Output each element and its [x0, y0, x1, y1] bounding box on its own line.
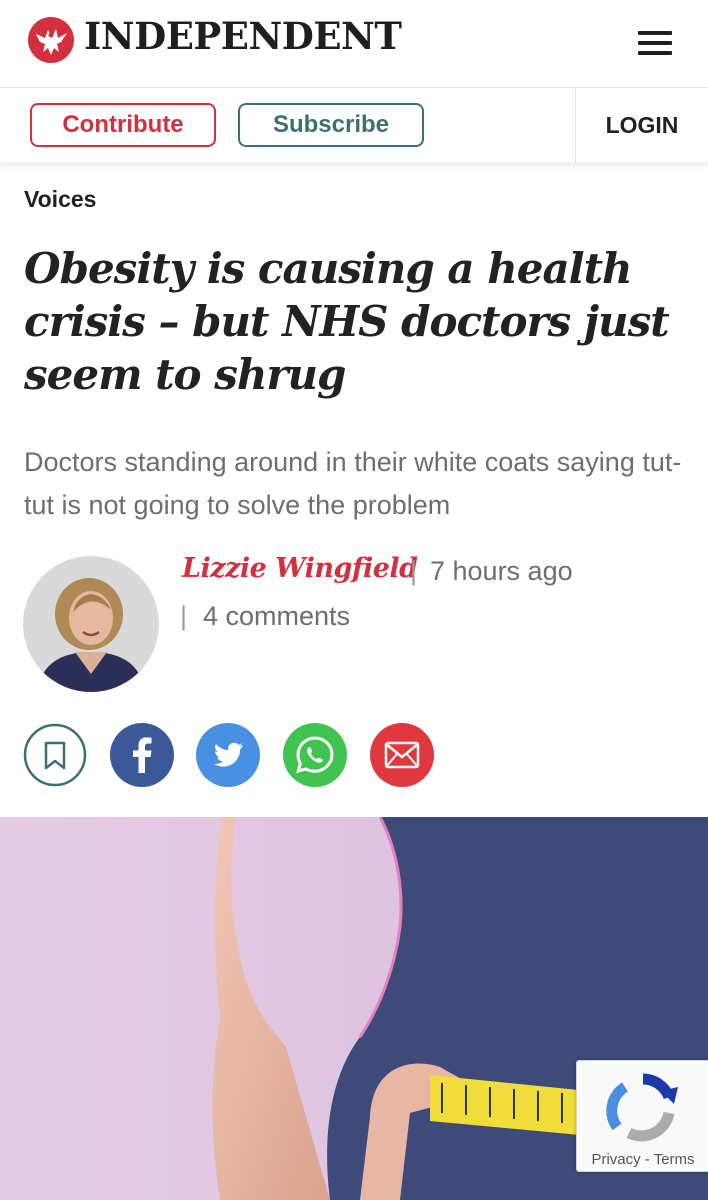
twitter-icon[interactable]: [196, 723, 260, 787]
email-icon[interactable]: [370, 723, 434, 787]
recaptcha-badge[interactable]: Privacy - Terms: [576, 1060, 708, 1172]
whatsapp-icon[interactable]: [283, 723, 347, 787]
author-avatar: [23, 556, 159, 692]
eagle-icon[interactable]: [28, 17, 74, 63]
action-bar: Contribute Subscribe LOGIN: [0, 88, 708, 164]
recaptcha-icon: [606, 1073, 678, 1142]
author-name-link[interactable]: Lizzie Wingfield: [182, 553, 418, 584]
publish-time: 7 hours ago: [430, 556, 573, 586]
separator: |: [180, 601, 188, 631]
article-headline: Obesity is causing a health crisis – but…: [24, 244, 670, 399]
comments-link[interactable]: 4 comments: [203, 601, 350, 632]
terms-link[interactable]: Terms: [654, 1151, 695, 1168]
separator: |: [410, 556, 418, 586]
contribute-button[interactable]: Contribute: [30, 103, 216, 147]
recaptcha-links: Privacy - Terms: [577, 1151, 708, 1168]
privacy-link[interactable]: Privacy: [591, 1151, 640, 1168]
site-logo[interactable]: INDEPENDENT: [84, 14, 402, 58]
login-button[interactable]: LOGIN: [576, 88, 708, 163]
hamburger-icon[interactable]: [632, 26, 678, 60]
section-link[interactable]: Voices: [24, 186, 96, 213]
bookmark-icon[interactable]: [23, 723, 87, 787]
subscribe-button[interactable]: Subscribe: [238, 103, 424, 147]
article-standfirst: Doctors standing around in their white c…: [24, 447, 682, 520]
site-header: INDEPENDENT: [0, 0, 708, 88]
facebook-icon[interactable]: [110, 723, 174, 787]
recaptcha-separator: -: [644, 1151, 650, 1168]
